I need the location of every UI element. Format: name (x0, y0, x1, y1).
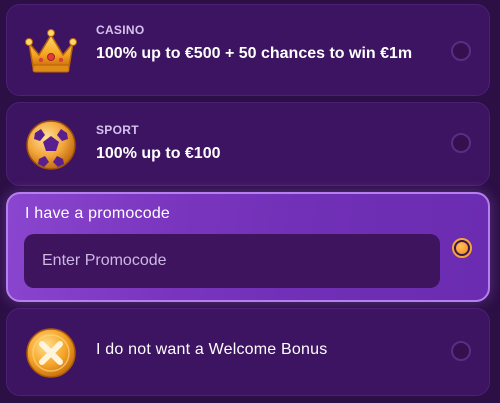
sport-bonus-option[interactable]: SPORT 100% up to €100 (6, 102, 490, 186)
casino-bonus-option[interactable]: CASINO 100% up to €500 + 50 chances to w… (6, 4, 490, 96)
promocode-option[interactable]: I have a promocode (6, 192, 490, 302)
cross-coin-icon (23, 325, 79, 381)
no-bonus-option[interactable]: I do not want a Welcome Bonus (6, 308, 490, 396)
casino-category-label: CASINO (96, 23, 145, 37)
casino-radio[interactable] (451, 41, 471, 61)
sport-offer-text: 100% up to €100 (96, 145, 221, 162)
promocode-label: I have a promocode (25, 205, 171, 222)
sport-category-label: SPORT (96, 123, 139, 137)
promocode-input[interactable] (24, 234, 440, 288)
crown-icon (23, 23, 79, 79)
promocode-radio[interactable] (452, 238, 472, 258)
no-bonus-radio[interactable] (451, 341, 471, 361)
soccer-ball-icon (23, 117, 79, 173)
sport-radio[interactable] (451, 133, 471, 153)
casino-offer-text: 100% up to €500 + 50 chances to win €1m (96, 45, 413, 62)
no-bonus-label: I do not want a Welcome Bonus (96, 341, 328, 358)
